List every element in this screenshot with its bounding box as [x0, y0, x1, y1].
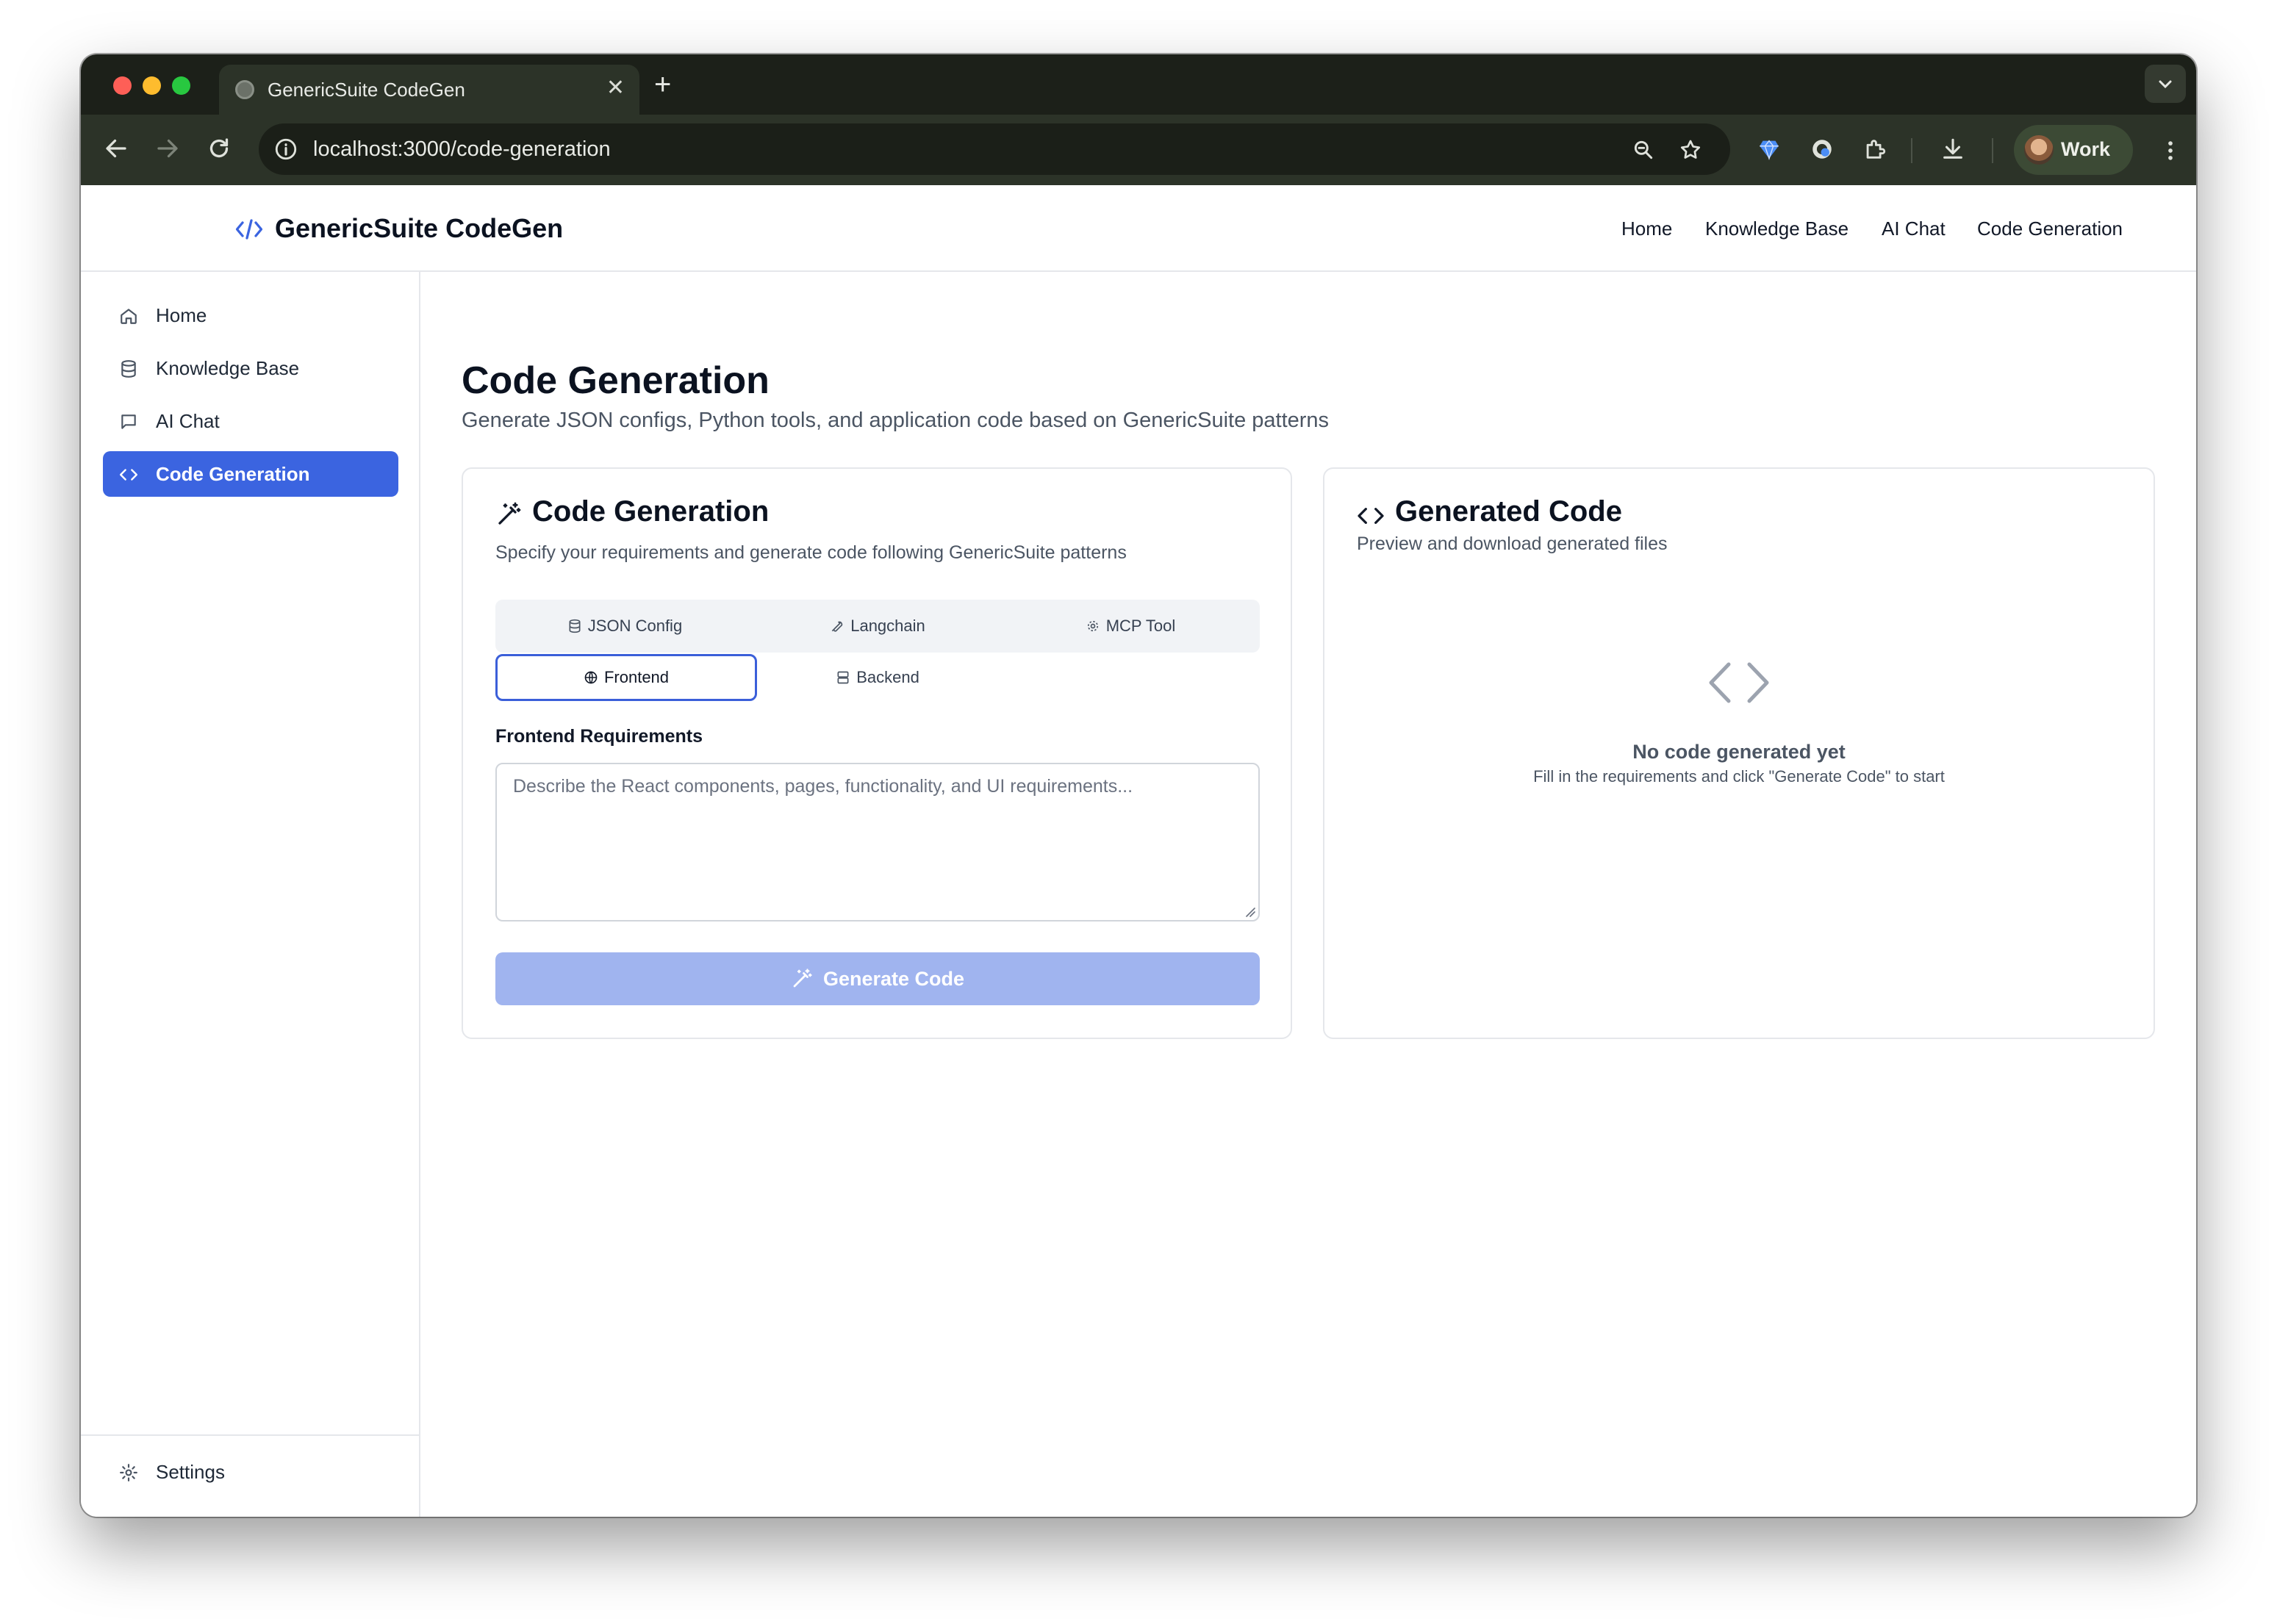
cog-icon: [1087, 620, 1098, 632]
tab-label: Langchain: [850, 617, 925, 635]
browser-tab[interactable]: GenericSuite CodeGen ✕: [219, 65, 639, 115]
sidebar-item-label: Knowledge Base: [156, 357, 300, 379]
card-description: Specify your requirements and generate c…: [495, 542, 1127, 563]
code-type-tabs: JSON Config Langchain MCP Tool Frontend …: [495, 600, 1260, 701]
requirements-textarea[interactable]: [495, 763, 1260, 921]
app-root: GenericSuite CodeGen Home Knowledge Base…: [81, 185, 2196, 1517]
browser-window: GenericSuite CodeGen ✕ + localhost:3000/…: [81, 54, 2196, 1517]
server-icon: [837, 671, 849, 684]
site-info-icon[interactable]: [273, 137, 298, 162]
more-menu-icon[interactable]: [2158, 138, 2183, 163]
card-title: Code Generation: [532, 495, 770, 528]
url-text[interactable]: localhost:3000/code-generation: [313, 137, 611, 162]
card-title: Generated Code: [1395, 495, 1622, 528]
page-subtitle: Generate JSON configs, Python tools, and…: [462, 409, 1330, 432]
address-bar[interactable]: localhost:3000/code-generation: [259, 123, 1730, 175]
topnav-code-generation[interactable]: Code Generation: [1977, 218, 2123, 240]
sidebar-item-label: AI Chat: [156, 410, 220, 432]
database-icon: [121, 360, 136, 378]
tab-label: JSON Config: [587, 617, 683, 635]
gear-icon: [120, 1464, 137, 1481]
wrench-icon: [831, 621, 843, 632]
sidebar-item-code-generation[interactable]: Code Generation: [103, 451, 398, 497]
bookmark-star-icon[interactable]: [1679, 138, 1702, 162]
chevron-down-icon: [2159, 80, 2172, 89]
globe-icon: [584, 671, 598, 684]
sidebar-divider: [81, 1434, 419, 1436]
sidebar-item-knowledge-base[interactable]: Knowledge Base: [103, 345, 398, 391]
globe-icon: [235, 80, 254, 99]
toolbar-divider: [1911, 138, 1912, 163]
tab-backend[interactable]: Backend: [753, 655, 1003, 700]
topnav-knowledge-base[interactable]: Knowledge Base: [1705, 218, 1849, 240]
reload-icon[interactable]: [206, 135, 232, 162]
resize-handle-icon[interactable]: [1245, 907, 1255, 917]
code-generation-card: Code Generation Specify your requirement…: [462, 467, 1292, 1039]
extension-gem-icon[interactable]: [1757, 137, 1782, 162]
tab-json-config[interactable]: JSON Config: [500, 604, 750, 648]
forward-icon[interactable]: [154, 135, 181, 162]
maximize-window-button[interactable]: [172, 76, 190, 95]
avatar: [2024, 135, 2054, 165]
sidebar: Home Knowledge Base AI Chat Code Generat…: [81, 272, 420, 1517]
empty-state-title: No code generated yet: [1632, 741, 1846, 763]
tab-mcp-tool[interactable]: MCP Tool: [1005, 604, 1255, 648]
message-square-icon: [121, 414, 136, 429]
back-icon[interactable]: [103, 135, 129, 162]
tab-label: MCP Tool: [1105, 617, 1176, 635]
code-brand-icon: [235, 219, 263, 240]
tab-frontend[interactable]: Frontend: [495, 654, 757, 701]
code-icon: [119, 469, 138, 481]
zoom-icon[interactable]: [1632, 138, 1655, 162]
minimize-window-button[interactable]: [143, 76, 161, 95]
download-icon[interactable]: [1940, 137, 1965, 162]
close-window-button[interactable]: [113, 76, 132, 95]
sidebar-item-label: Home: [156, 304, 207, 326]
generate-code-label: Generate Code: [822, 967, 965, 990]
generate-code-button[interactable]: Generate Code: [495, 952, 1260, 1005]
tab-search-button[interactable]: [2145, 65, 2186, 103]
profile-button[interactable]: Work: [2014, 125, 2133, 175]
topnav-home[interactable]: Home: [1621, 218, 1672, 240]
topnav-ai-chat[interactable]: AI Chat: [1882, 218, 1946, 240]
card-description: Preview and download generated files: [1357, 533, 1668, 554]
sidebar-item-ai-chat[interactable]: AI Chat: [103, 398, 398, 444]
toolbar-divider: [1992, 138, 1993, 163]
browser-tab-bar: GenericSuite CodeGen ✕ +: [81, 54, 2196, 115]
generated-code-card: Generated Code Preview and download gene…: [1323, 467, 2155, 1039]
database-icon: [569, 619, 581, 633]
browser-toolbar: localhost:3000/code-generation Work: [81, 115, 2196, 185]
requirements-label: Frontend Requirements: [495, 726, 703, 747]
code-placeholder-icon: [1709, 662, 1769, 703]
tab-langchain[interactable]: Langchain: [753, 604, 1003, 648]
tab-title: GenericSuite CodeGen: [268, 79, 465, 101]
sidebar-item-label: Code Generation: [156, 463, 310, 485]
tab-label: Backend: [856, 668, 919, 686]
page-title: Code Generation: [462, 359, 770, 402]
home-icon: [121, 309, 137, 324]
sidebar-item-settings[interactable]: Settings: [103, 1449, 398, 1495]
close-tab-icon[interactable]: ✕: [606, 75, 625, 101]
tab-label: Frontend: [603, 668, 670, 686]
extensions-puzzle-icon[interactable]: [1862, 137, 1887, 162]
wand-icon: [793, 969, 812, 988]
brand-name[interactable]: GenericSuite CodeGen: [275, 213, 563, 244]
extension-shield-icon[interactable]: [1810, 137, 1835, 162]
new-tab-button[interactable]: +: [654, 68, 671, 101]
sidebar-item-label: Settings: [156, 1461, 225, 1483]
sidebar-item-home[interactable]: Home: [103, 292, 398, 338]
app-header: GenericSuite CodeGen Home Knowledge Base…: [81, 185, 2196, 272]
code-icon: [1358, 508, 1384, 524]
wand-icon: [498, 502, 521, 525]
profile-label: Work: [2061, 138, 2111, 160]
empty-state-description: Fill in the requirements and click "Gene…: [1533, 767, 1945, 786]
